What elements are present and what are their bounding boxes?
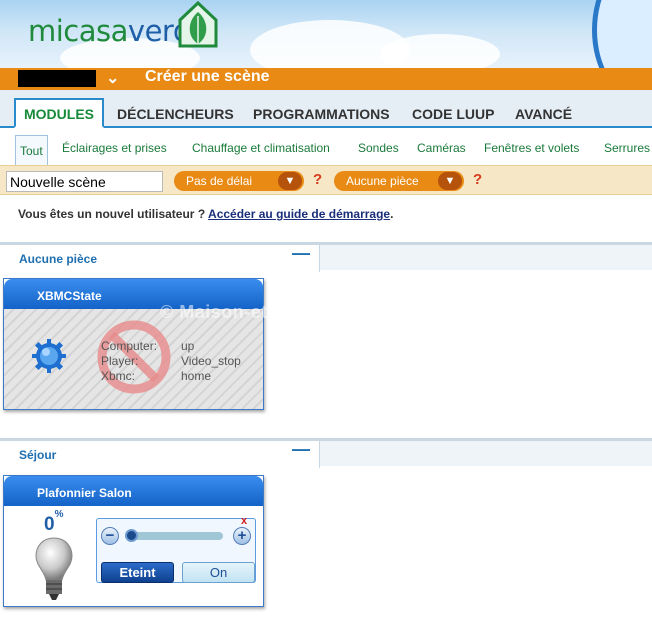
plus-button[interactable]: + [233,527,251,545]
room-header: Aucune pièce — [0,242,652,272]
room-name: Aucune pièce [19,252,98,266]
guide-text: Vous êtes un nouvel utilisateur ? [18,207,209,221]
dimmer-level-value: 0 [44,514,55,535]
scene-filters: Pas de délai ▼ ? Aucune pièce ▼ ? [0,165,652,195]
cloud-decoration [380,34,500,68]
guide-end: . [390,207,394,221]
status-key: Xbmc: [101,369,136,383]
device-body: Computer: Player: Xbmc: up Video_stop ho… [4,309,263,409]
new-user-guide: Vous êtes un nouvel utilisateur ? Accéde… [18,207,393,221]
dimmer-level-unit: % [54,508,64,520]
device-card[interactable]: XBMCState Computer: Player: Xbmc: up Vid… [3,278,264,410]
gear-icon[interactable] [32,339,66,373]
dimmer-slider-handle[interactable] [125,529,138,542]
status-value: home [181,369,212,383]
subtab-tout[interactable]: Tout [15,135,48,165]
room-name: Séjour [19,448,57,462]
tab-avance[interactable]: AVANCÉ [515,106,572,122]
status-value: Video_stop [181,354,241,368]
close-icon[interactable]: x [241,515,247,527]
category-tabs: Tout Éclairages et prises Chauffage et c… [0,130,652,165]
main-tabs: MODULES DÉCLENCHEURS PROGRAMMATIONS CODE… [0,90,652,128]
room-select[interactable]: Aucune pièce ▼ [334,171,464,191]
guide-link[interactable]: Accéder au guide de démarrage [208,207,390,221]
device-body: 0% x − + Eteint On [4,506,263,606]
globe-decoration [592,0,652,68]
tab-code-luup[interactable]: CODE LUUP [412,106,494,122]
on-button[interactable]: On [182,562,255,583]
subtab-sondes[interactable]: Sondes [358,141,399,155]
house-leaf-icon [178,0,218,48]
room-select-label: Aucune pièce [346,174,419,188]
scene-bar: ⌄ Créer une scène [0,68,652,90]
tab-programmations[interactable]: PROGRAMMATIONS [253,106,390,122]
off-button[interactable]: Eteint [101,562,174,583]
device-status-keys: Computer: Player: Xbmc: [101,339,157,384]
device-name: Plafonnier Salon [4,476,263,506]
tab-modules[interactable]: MODULES [14,98,104,128]
chevron-down-icon[interactable]: ▼ [278,172,302,190]
tab-declencheurs[interactable]: DÉCLENCHEURS [117,106,234,122]
subtab-eclairages[interactable]: Éclairages et prises [62,141,167,155]
page-title: Créer une scène [145,68,270,85]
status-key: Player: [101,354,139,368]
collapse-icon[interactable]: — [292,243,310,264]
dimmer-control: x − + Eteint On [96,515,256,583]
help-icon[interactable]: ? [313,171,322,188]
minus-button[interactable]: − [101,527,119,545]
dimmer-slider-track[interactable] [125,532,223,540]
collapse-icon[interactable]: — [292,439,310,460]
header: micasaverde [0,0,652,68]
watermark: © Maison-et-Domotique.com [160,302,417,322]
delay-select[interactable]: Pas de délai ▼ [174,171,304,191]
subtab-chauffage[interactable]: Chauffage et climatisation [192,141,330,155]
device-card[interactable]: Plafonnier Salon 0% x − + Eteint On [3,475,264,607]
dimmer-level: 0% [44,509,63,536]
help-icon[interactable]: ? [473,171,482,188]
logo-text-part1: micasa [28,14,128,48]
room-header: Séjour — [0,438,652,468]
delay-select-label: Pas de délai [186,174,253,188]
status-value: up [181,339,195,353]
status-key: Computer: [101,339,158,353]
light-bulb-icon [35,537,73,600]
account-selector[interactable] [18,70,96,87]
subtab-serrures[interactable]: Serrures [604,141,650,155]
scene-name-input[interactable] [6,171,163,192]
subtab-fenetres[interactable]: Fenêtres et volets [484,141,579,155]
chevron-down-icon[interactable]: ⌄ [106,68,119,88]
device-status-values: up Video_stop home [181,339,241,384]
subtab-cameras[interactable]: Caméras [417,141,466,155]
chevron-down-icon[interactable]: ▼ [438,172,462,190]
